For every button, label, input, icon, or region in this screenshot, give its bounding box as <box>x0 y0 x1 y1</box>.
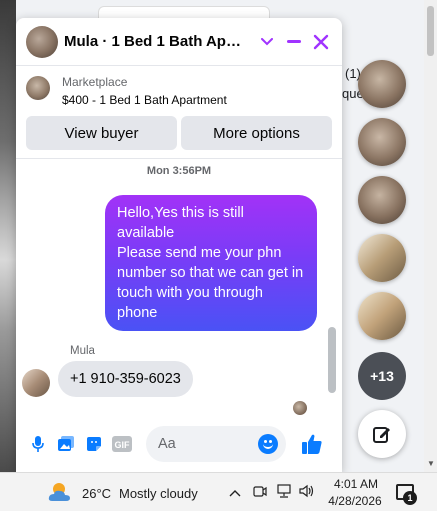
svg-text:GIF: GIF <box>115 440 131 450</box>
notification-badge: 1 <box>403 491 417 505</box>
more-chats-button[interactable]: +13 <box>358 352 406 400</box>
conversation-avatar[interactable] <box>26 25 58 58</box>
clock-date[interactable]: 4/28/2026 <box>324 494 386 508</box>
thread-scrollbar[interactable] <box>328 327 336 393</box>
gif-icon[interactable]: GIF <box>108 430 136 458</box>
incoming-message[interactable]: +1 910-359-6023 <box>58 361 193 397</box>
message-input[interactable] <box>158 436 258 452</box>
page-scrollbar[interactable]: ▼ <box>424 0 437 472</box>
outgoing-message[interactable]: Hello,Yes this is still available Please… <box>105 195 317 331</box>
scrollbar-thumb[interactable] <box>427 6 434 56</box>
weather-temperature[interactable]: 26°C <box>82 486 111 501</box>
compose-icon <box>373 427 390 443</box>
network-icon[interactable] <box>276 484 292 501</box>
chat-title[interactable]: Mula · 1 Bed 1 Bath Apartment <box>64 33 244 50</box>
seen-receipt-avatar <box>293 401 307 415</box>
meet-now-icon[interactable] <box>253 484 267 501</box>
listing-category: Marketplace <box>62 75 128 89</box>
message-input-field[interactable] <box>146 426 286 462</box>
chat-header: Mula · 1 Bed 1 Bath Apartment <box>16 18 342 66</box>
chat-head-bubble[interactable] <box>358 292 406 340</box>
chevron-up-icon[interactable] <box>229 485 241 500</box>
more-options-button[interactable]: More options <box>181 116 332 150</box>
chat-head-bubble[interactable] <box>358 60 406 108</box>
outgoing-message-text: Hello,Yes this is still available Please… <box>117 205 304 321</box>
listing-thumbnail <box>26 76 50 100</box>
sticker-icon[interactable] <box>80 430 108 458</box>
thumbs-up-icon[interactable] <box>298 430 326 458</box>
view-buyer-button[interactable]: View buyer <box>26 116 177 150</box>
chat-window: Mula · 1 Bed 1 Bath Apartment Marketplac… <box>16 18 342 472</box>
photo-icon[interactable] <box>52 430 80 458</box>
emoji-icon[interactable] <box>258 434 278 454</box>
scroll-down-arrow-icon[interactable]: ▼ <box>427 459 435 468</box>
background-photo <box>0 0 16 472</box>
message-timestamp: Mon 3:56PM <box>146 165 212 177</box>
close-icon[interactable] <box>309 30 332 54</box>
incoming-message-text: +1 910-359-6023 <box>70 371 181 387</box>
message-composer: GIF <box>16 422 342 466</box>
sender-name: Mula <box>70 345 95 357</box>
chat-head-bubble[interactable] <box>358 118 406 166</box>
more-chats-count: +13 <box>370 368 394 384</box>
new-message-button[interactable] <box>358 410 406 458</box>
weather-condition[interactable]: Mostly cloudy <box>119 486 198 501</box>
chat-head-bubble[interactable] <box>358 234 406 282</box>
listing-title: $400 - 1 Bed 1 Bath Apartment <box>62 93 227 107</box>
chevron-down-icon[interactable] <box>256 30 279 54</box>
clock-time[interactable]: 4:01 AM <box>330 477 382 491</box>
listing-summary[interactable]: Marketplace $400 - 1 Bed 1 Bath Apartmen… <box>16 66 342 110</box>
sender-avatar[interactable] <box>22 369 50 397</box>
chat-head-bubble[interactable] <box>358 176 406 224</box>
volume-icon[interactable] <box>299 484 315 501</box>
cloudy-weather-icon <box>48 483 70 501</box>
windows-taskbar: 26°C Mostly cloudy 4:01 AM 4/28/2026 1 <box>0 472 437 511</box>
message-thread: Mon 3:56PM Hello,Yes this is still avail… <box>16 158 342 415</box>
minimize-icon[interactable] <box>283 30 306 54</box>
microphone-icon[interactable] <box>24 430 52 458</box>
